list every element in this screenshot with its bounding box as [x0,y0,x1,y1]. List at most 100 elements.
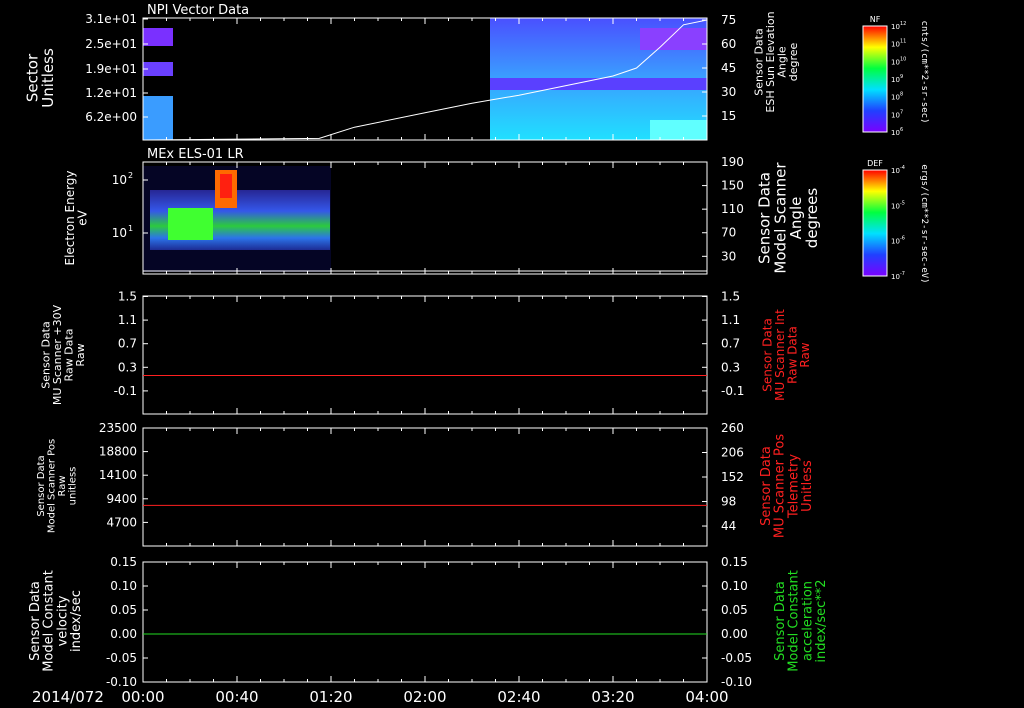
x-tick-label: 00:00 [121,688,164,706]
y-axis-label: SectorUnitless [23,48,57,108]
label-line: degrees [803,188,821,249]
right-y-tick-label: 30 [721,249,736,263]
colorbar-tick-label: 10 [891,41,900,49]
right-y-tick-label: -0.10 [721,675,752,689]
colorbar-tick-exponent: 11 [900,39,906,45]
colorbar-tick-exponent: 6 [900,127,903,133]
colorbar-tick-label: 10 [891,273,900,281]
y-tick-label: 0.15 [110,555,137,569]
right-y-tick-label: 0.10 [721,579,748,593]
colorbar-tick-exponent: 7 [900,109,903,115]
right-y-tick-label: 30 [721,85,736,99]
colorbar-tick-exponent: 9 [900,74,903,80]
right-y-tick-label: 60 [721,37,736,51]
chart-canvas: 3.1e+012.5e+011.9e+011.2e+016.2e+0075604… [23,3,929,706]
right-y-tick-label: -0.1 [721,384,744,398]
x-tick-label: 04:00 [685,688,728,706]
y-tick-exponent: 2 [128,171,133,180]
colorbar-tick-label: 10 [891,238,900,246]
y-tick-label: 0.3 [118,360,137,374]
y-tick-label: -0.10 [106,675,137,689]
panel-frame [142,427,708,547]
colorbar-tick-exponent: 12 [900,21,906,27]
y-tick-label: 0.7 [118,337,137,351]
y-tick-label: 0.05 [110,603,137,617]
colorbar-tick-label: 10 [891,94,900,102]
right-y-axis-label: Sensor DataMU Scanner IntRaw DataRaw [760,309,812,401]
colorbar [862,169,888,277]
colorbar-tick-label: 10 [891,202,900,210]
x-tick-label: 03:20 [591,688,634,706]
colorbar-tick-label: 10 [891,58,900,66]
label-line: index/sec [69,590,84,652]
y-axis-label: Sensor DataModel Scanner PosRawunitless [36,439,79,533]
label-line: index/sec**2 [814,579,829,662]
colorbar-tick-label: 10 [891,129,900,137]
right-y-tick-label: -0.05 [721,651,752,665]
label-line: degree [787,43,800,82]
right-y-axis-label: Sensor DataModel ScannerAngledegrees [756,162,821,274]
right-y-tick-label: 150 [721,179,744,193]
right-y-tick-label: 0.7 [721,337,740,351]
date-label: 2014/072 [32,688,104,706]
y-tick-label: 6.2e+00 [85,110,137,124]
y-axis-label: Electron EnergyeV [63,170,90,265]
label-line: unitless [67,467,78,506]
y-axis-label: Sensor DataMU Scanner +30VRaw DataRaw [40,304,88,405]
right-y-axis-label: Sensor DataModel Constantaccelerationind… [773,570,829,672]
right-y-tick-label: 75 [721,13,736,27]
right-y-tick-label: 44 [721,519,736,533]
y-tick-label: 10 [112,173,127,187]
spectro-block [220,174,232,198]
right-y-tick-label: 190 [721,155,744,169]
panel-title: MEx ELS-01 LR [147,147,244,162]
right-y-tick-label: 0.3 [721,360,740,374]
right-y-tick-label: 1.1 [721,313,740,327]
spectro-block [640,28,707,50]
spectrogram-layer [143,18,707,272]
right-y-tick-label: 70 [721,226,736,240]
label-line: Raw [798,342,812,367]
colorbar-tick-label: 10 [891,76,900,84]
x-tick-label: 02:00 [403,688,446,706]
right-y-tick-label: 152 [721,470,744,484]
label-line: Raw [74,343,87,366]
colorbar-title: DEF [867,159,883,168]
y-tick-label: 0.00 [110,627,137,641]
right-y-tick-label: 0.15 [721,555,748,569]
right-y-tick-label: 45 [721,61,736,75]
right-y-axis-label: Sensor DataMU Scanner PosTelemetryUnitle… [759,434,815,539]
spectro-block [490,78,707,90]
label-line: Sensor Data [36,455,47,516]
label-line: Raw [57,475,68,496]
colorbar-tick-exponent: 8 [900,92,903,98]
right-y-tick-label: 260 [721,421,744,435]
y-tick-exponent: 1 [128,224,133,233]
x-tick-label: 00:40 [215,688,258,706]
label-line: Unitless [800,460,815,512]
y-tick-label: 9400 [106,492,137,506]
spectro-block [650,120,707,140]
right-y-tick-label: 0.05 [721,603,748,617]
x-tick-label: 02:40 [497,688,540,706]
panel-title: NPI Vector Data [147,3,249,18]
panel-frame [142,295,708,415]
x-tick-label: 01:20 [309,688,352,706]
y-tick-label: 1.2e+01 [85,86,137,100]
spectro-block [168,208,213,240]
y-tick-label: 23500 [99,421,137,435]
colorbar-tick-label: 10 [891,167,900,175]
right-y-tick-label: 15 [721,109,736,123]
y-axis-label: Sensor DataModel Constantvelocityindex/s… [28,570,84,672]
right-y-tick-label: 206 [721,446,744,460]
y-tick-label: -0.05 [106,651,137,665]
spectro-block [143,96,173,140]
label-line: eV [76,209,90,225]
y-tick-label: 14100 [99,468,137,482]
y-tick-label: 0.10 [110,579,137,593]
colorbar-tick-exponent: -7 [900,271,905,277]
right-y-tick-label: 0.00 [721,627,748,641]
right-y-axis-label: Sensor DataESH Sun ElevationAngledegree [753,11,801,112]
colorbar-tick-exponent: 10 [900,56,906,62]
y-tick-label: 1.1 [118,313,137,327]
